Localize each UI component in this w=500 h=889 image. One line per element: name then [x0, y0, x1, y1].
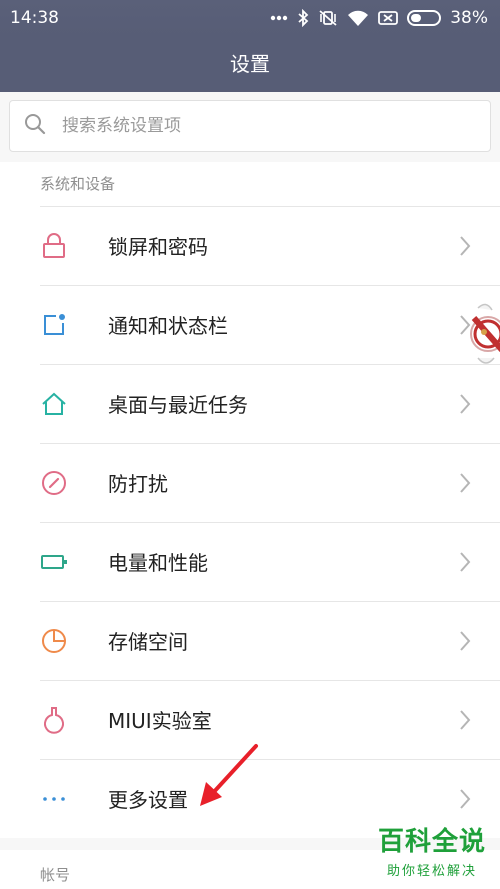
- search-box[interactable]: [9, 100, 491, 152]
- status-icons: 38%: [270, 8, 488, 28]
- list-item-lock-screen-password[interactable]: 锁屏和密码: [0, 206, 500, 285]
- chevron-right-icon: [458, 471, 472, 495]
- notification-icon: [40, 311, 68, 339]
- watermark-subtitle: 助你轻松解决: [386, 864, 477, 879]
- list-item-label: 防打扰: [108, 472, 168, 496]
- chevron-right-icon: [458, 629, 472, 653]
- list-item-label: 电量和性能: [108, 551, 208, 575]
- search-input[interactable]: [62, 116, 490, 136]
- storage-icon: [40, 627, 68, 655]
- home-icon: [40, 390, 68, 418]
- system-devices-section: 系统和设备 锁屏和密码通知和状态栏 桌面与最近任务 防打扰电量和性能存储空间 MIUI…: [0, 162, 500, 838]
- list-item-label: 锁屏和密码: [108, 235, 208, 259]
- page-title: 设置: [0, 36, 500, 92]
- list-item-label: 存储空间: [108, 630, 188, 654]
- list-item-label: 更多设置: [108, 788, 188, 812]
- list-item-label: 桌面与最近任务: [108, 393, 248, 417]
- more-dots-icon: [40, 785, 68, 813]
- chevron-right-icon: [458, 708, 472, 732]
- list-item-do-not-disturb[interactable]: 防打扰: [0, 443, 500, 522]
- wifi-icon: [347, 8, 369, 28]
- watermark: 百科全说 助你轻松解决: [378, 821, 486, 879]
- more-dots-icon: [270, 8, 288, 28]
- chevron-right-icon: [458, 234, 472, 258]
- section-title: 系统和设备: [40, 175, 116, 193]
- chevron-right-icon: [458, 787, 472, 811]
- lock-icon: [40, 232, 68, 260]
- vibrate-off-icon: [318, 8, 338, 28]
- battery-icon: [407, 10, 442, 26]
- list-item-storage[interactable]: 存储空间: [0, 601, 500, 680]
- search-icon: [24, 113, 46, 139]
- list-item-battery-performance[interactable]: 电量和性能: [0, 522, 500, 601]
- watermark-title: 百科全说: [377, 827, 486, 857]
- battery-percent: 38%: [450, 8, 488, 28]
- status-bar: 14:38 38%: [0, 0, 500, 36]
- sim-none-icon: [378, 8, 399, 28]
- chevron-right-icon: [458, 392, 472, 416]
- list-item-notification-status-bar[interactable]: 通知和状态栏: [0, 285, 500, 364]
- battery-performance-icon: [40, 548, 68, 576]
- lab-flask-icon: [40, 706, 68, 734]
- list-item-label: MIUI实验室: [108, 709, 212, 733]
- status-time: 14:38: [10, 8, 59, 28]
- search-area: [0, 92, 500, 162]
- list-item-label: 通知和状态栏: [108, 314, 228, 338]
- list-item-desktop-recent-tasks[interactable]: 桌面与最近任务: [0, 364, 500, 443]
- bluetooth-icon: [297, 8, 309, 28]
- list-item-miui-lab[interactable]: MIUI实验室: [0, 680, 500, 759]
- chevron-right-icon: [458, 550, 472, 574]
- do-not-disturb-icon: [40, 469, 68, 497]
- cartoon-sticker: [470, 303, 500, 364]
